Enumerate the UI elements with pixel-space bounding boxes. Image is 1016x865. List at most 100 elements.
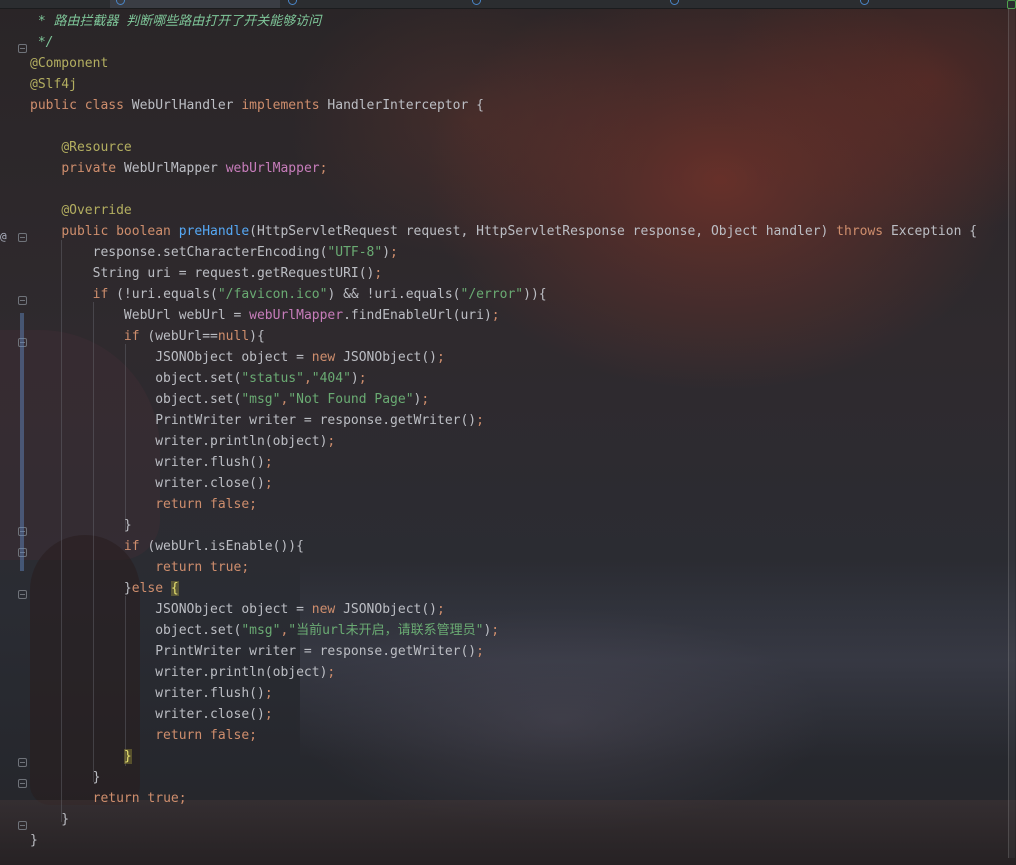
code-line[interactable]: response.setCharacterEncoding("UTF-8");: [30, 242, 977, 263]
code-editor[interactable]: * 路由拦截器 判断哪些路由打开了开关能够访问 */ @Component @Slf…: [30, 11, 977, 851]
code-line[interactable]: object.set("msg","当前url未开启，请联系管理员");: [30, 620, 977, 641]
code-token: WebUrl webUrl =: [30, 308, 250, 323]
code-line[interactable]: private WebUrlMapper webUrlMapper;: [30, 158, 977, 179]
code-line[interactable]: writer.println(object);: [30, 431, 977, 452]
code-line[interactable]: if (!uri.equals("/favicon.ico") && !uri.…: [30, 284, 977, 305]
class-icon: [670, 0, 679, 5]
code-token: Exception {: [890, 224, 978, 239]
code-token: String uri = request.getRequestURI(): [30, 266, 375, 281]
code-token: "/error": [460, 287, 524, 302]
code-line[interactable]: writer.println(object);: [30, 662, 977, 683]
code-token: webUrlMapper: [249, 308, 344, 323]
code-line[interactable]: JSONObject object = new JSONObject();: [30, 599, 977, 620]
code-line[interactable]: return true;: [30, 788, 977, 809]
code-token: @Component: [30, 56, 109, 71]
code-token: JSONObject(): [343, 602, 437, 617]
code-line[interactable]: writer.close();: [30, 473, 977, 494]
code-token: ): [382, 245, 391, 260]
code-line[interactable]: PrintWriter writer = response.getWriter(…: [30, 641, 977, 662]
code-token: if: [123, 329, 148, 344]
code-token: ;: [327, 434, 336, 449]
fold-icon[interactable]: [18, 821, 27, 830]
code-token: webUrlMapper: [225, 161, 320, 176]
code-line[interactable]: String uri = request.getRequestURI();: [30, 263, 977, 284]
code-token: "Not Found Page": [288, 392, 414, 407]
code-line[interactable]: JSONObject object = new JSONObject();: [30, 347, 977, 368]
code-token: ;: [327, 665, 336, 680]
code-line[interactable]: */: [30, 32, 977, 53]
vcs-change-marker[interactable]: [20, 313, 24, 571]
code-line[interactable]: @Slf4j: [30, 74, 977, 95]
fold-icon[interactable]: [18, 779, 27, 788]
editor-scrollbar[interactable]: [1006, 0, 1016, 865]
editor-gutter[interactable]: @: [0, 8, 30, 865]
code-token: HandlerInterceptor {: [327, 98, 484, 113]
code-token: ){: [249, 329, 265, 344]
code-line[interactable]: PrintWriter writer = response.getWriter(…: [30, 410, 977, 431]
code-token: ;: [374, 266, 383, 281]
code-token: (HttpServletRequest request, HttpServlet…: [249, 224, 837, 239]
code-token: if: [123, 539, 148, 554]
code-token: }: [30, 833, 38, 848]
code-token: private: [61, 161, 124, 176]
override-marker-icon[interactable]: @: [0, 230, 7, 243]
code-token: ,: [303, 371, 312, 386]
code-line[interactable]: }: [30, 809, 977, 830]
editor-tab-4[interactable]: [460, 0, 660, 8]
code-line[interactable]: public boolean preHandle(HttpServletRequ…: [30, 221, 977, 242]
code-token: public class: [30, 98, 132, 113]
code-line[interactable]: return false;: [30, 494, 977, 515]
code-token: JSONObject object =: [30, 350, 312, 365]
editor-tab-active[interactable]: [110, 0, 280, 8]
editor-tab-1[interactable]: [0, 0, 110, 8]
editor-tab-6[interactable]: [850, 0, 1006, 8]
code-line[interactable]: if (webUrl.isEnable()){: [30, 536, 977, 557]
editor-tab-3[interactable]: [280, 0, 460, 8]
code-line[interactable]: if (webUrl==null){: [30, 326, 977, 347]
code-line[interactable]: }: [30, 515, 977, 536]
code-line[interactable]: writer.flush();: [30, 452, 977, 473]
code-line[interactable]: }: [30, 830, 977, 851]
code-line[interactable]: }: [30, 746, 977, 767]
code-token: .findEnableUrl(uri): [343, 308, 492, 323]
fold-icon[interactable]: [18, 44, 27, 53]
fold-icon[interactable]: [18, 590, 27, 599]
scrollbar-thumb[interactable]: [1008, 8, 1015, 858]
code-line[interactable]: [30, 179, 977, 200]
code-line[interactable]: object.set("status","404");: [30, 368, 977, 389]
code-token: new: [311, 350, 344, 365]
code-line[interactable]: @Resource: [30, 137, 977, 158]
code-token: "404": [311, 371, 351, 386]
code-token: ) && !uri.equals(: [327, 287, 461, 302]
code-line[interactable]: writer.close();: [30, 704, 977, 725]
code-token: (!uri.equals(: [116, 287, 218, 302]
editor-tab-5[interactable]: [660, 0, 850, 8]
code-token: implements: [241, 98, 328, 113]
fold-icon[interactable]: [18, 296, 27, 305]
code-line[interactable]: object.set("msg","Not Found Page");: [30, 389, 977, 410]
code-token: ;: [476, 644, 484, 659]
code-line[interactable]: return true;: [30, 557, 977, 578]
code-line[interactable]: @Override: [30, 200, 977, 221]
code-line[interactable]: WebUrl webUrl = webUrlMapper.findEnableU…: [30, 305, 977, 326]
code-line[interactable]: }: [30, 767, 977, 788]
code-line[interactable]: @Component: [30, 53, 977, 74]
code-line[interactable]: return false;: [30, 725, 977, 746]
code-token: ;: [437, 350, 445, 365]
fold-icon[interactable]: [18, 233, 27, 242]
code-token: throws: [836, 224, 891, 239]
code-line[interactable]: public class WebUrlHandler implements Ha…: [30, 95, 977, 116]
editor-tab-bar: [0, 0, 1016, 9]
code-line[interactable]: * 路由拦截器 判断哪些路由打开了开关能够访问: [30, 11, 977, 32]
code-line[interactable]: [30, 116, 977, 137]
code-token: @Slf4j: [30, 77, 77, 92]
code-line[interactable]: }else {: [30, 578, 977, 599]
fold-icon[interactable]: [18, 758, 27, 767]
code-line[interactable]: writer.flush();: [30, 683, 977, 704]
